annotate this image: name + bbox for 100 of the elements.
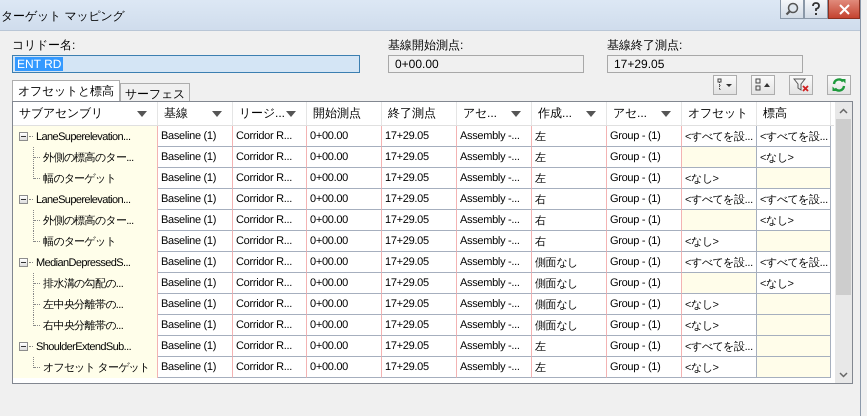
table-cell: 0+00.00	[307, 231, 382, 252]
scrollbar[interactable]	[835, 102, 852, 383]
table-cell: 側面なし	[532, 273, 607, 294]
table-cell: Corridor R...	[233, 315, 307, 336]
table-cell: Corridor R...	[233, 231, 307, 252]
dropdown-arrow-icon[interactable]	[661, 110, 671, 116]
table-cell: Baseline (1)	[158, 210, 233, 231]
table-cell: 側面なし	[532, 294, 607, 315]
table-cell: <なし>	[757, 147, 831, 168]
tree-expand-icon	[717, 78, 733, 92]
table-cell: 側面なし	[532, 315, 607, 336]
table-cell: <なし>	[682, 294, 757, 315]
table-cell: 0+00.00	[307, 168, 382, 189]
table-cell: 17+29.05	[382, 336, 457, 357]
dropdown-arrow-icon[interactable]	[137, 110, 147, 116]
table-cell-text: オフセット ターゲット	[43, 361, 150, 375]
tab[interactable]: オフセットと標高	[12, 80, 120, 101]
table-cell: 0+00.00	[307, 252, 382, 273]
refresh-button[interactable]	[827, 75, 851, 95]
table-cell: 17+29.05	[382, 357, 457, 378]
dropdown-arrow-icon[interactable]	[212, 110, 222, 116]
collapse-icon[interactable]	[19, 132, 28, 141]
scroll-thumb[interactable]	[836, 119, 851, 295]
table-cell: Corridor R...	[233, 336, 307, 357]
table-cell: 0+00.00	[307, 273, 382, 294]
table-cell: 右	[532, 231, 607, 252]
collapse-icon[interactable]	[19, 342, 28, 351]
table-cell: 17+29.05	[382, 168, 457, 189]
table-cell: <なし>	[757, 210, 831, 231]
dropdown-arrow-icon[interactable]	[286, 110, 296, 116]
collapse-button[interactable]	[751, 75, 775, 95]
table-cell: <なし>	[682, 357, 757, 378]
table-cell: 17+29.05	[382, 147, 457, 168]
table-cell: Group - (1)	[607, 336, 682, 357]
clear-filter-button[interactable]	[789, 75, 813, 95]
table-cell: Group - (1)	[607, 168, 682, 189]
table-cell: Baseline (1)	[158, 189, 233, 210]
field-label: 基線開始測点:	[388, 37, 464, 52]
table-cell: Corridor R...	[233, 252, 307, 273]
table-cell: 0+00.00	[307, 315, 382, 336]
tree-line	[29, 346, 33, 347]
table-cell-text: 幅のターゲット	[43, 235, 116, 249]
tree-line	[29, 262, 33, 263]
table-cell: Corridor R...	[233, 168, 307, 189]
dropdown-arrow-icon[interactable]	[511, 110, 521, 116]
table-cell: LaneSuperelevation...	[36, 130, 130, 142]
table-cell: Assembly -...	[457, 357, 532, 378]
table-cell: 0+00.00	[307, 189, 382, 210]
tree-collapse-icon	[755, 78, 771, 92]
table-cell: Baseline (1)	[158, 168, 233, 189]
table-cell: Group - (1)	[607, 252, 682, 273]
table-cell: 17+29.05	[382, 126, 457, 147]
collapse-icon[interactable]	[19, 195, 28, 204]
table-cell: 左	[532, 168, 607, 189]
lens-icon	[785, 2, 799, 16]
table-cell: <すべてを設...	[757, 126, 831, 147]
table-cell: 17+29.05	[382, 273, 457, 294]
table-cell: Assembly -...	[457, 147, 532, 168]
close-button[interactable]	[828, 0, 860, 19]
table-cell: Group - (1)	[607, 126, 682, 147]
table-cell: Assembly -...	[457, 189, 532, 210]
table-cell: <すべてを設...	[757, 252, 831, 273]
table-cell: Baseline (1)	[158, 294, 233, 315]
table-cell: 0+00.00	[307, 210, 382, 231]
table-cell: Assembly -...	[457, 273, 532, 294]
expand-button[interactable]	[713, 75, 737, 95]
table-cell: Baseline (1)	[158, 336, 233, 357]
help-button[interactable]	[804, 0, 828, 19]
table-cell: LaneSuperelevation...	[36, 194, 130, 206]
lens-button[interactable]	[780, 0, 804, 19]
table-cell: Corridor R...	[233, 189, 307, 210]
table-cell: <すべてを設...	[682, 189, 757, 210]
table-cell: Baseline (1)	[158, 357, 233, 378]
help-icon	[811, 2, 821, 16]
table-cell: Corridor R...	[233, 126, 307, 147]
table-cell-text: 左中央分離帯の...	[43, 298, 124, 312]
table-cell: 側面なし	[532, 252, 607, 273]
text-field[interactable]: 17+29.05	[607, 55, 803, 73]
tree-line	[29, 199, 33, 200]
text-field[interactable]: 0+00.00	[388, 55, 584, 73]
table-cell-text: 排水溝の勾配の...	[43, 277, 124, 291]
table-cell: Group - (1)	[607, 189, 682, 210]
table-cell: 0+00.00	[307, 357, 382, 378]
table-cell-text: 外側の標高のター...	[43, 150, 134, 165]
table-cell: 0+00.00	[307, 294, 382, 315]
table-cell: <なし>	[682, 231, 757, 252]
table-cell: <なし>	[682, 315, 757, 336]
table-cell: 右	[532, 210, 607, 231]
filter-clear-icon	[793, 78, 809, 92]
table-cell: 0+00.00	[307, 147, 382, 168]
tab[interactable]: サーフェス	[120, 83, 190, 101]
table-cell: 左	[532, 357, 607, 378]
collapse-icon[interactable]	[19, 258, 28, 267]
table-cell: Baseline (1)	[158, 315, 233, 336]
table-cell: Baseline (1)	[158, 252, 233, 273]
field-label: コリドー名:	[12, 37, 76, 52]
table-cell: Assembly -...	[457, 294, 532, 315]
table-cell: Baseline (1)	[158, 273, 233, 294]
dropdown-arrow-icon[interactable]	[586, 110, 596, 116]
table-cell: <すべてを設...	[682, 336, 757, 357]
